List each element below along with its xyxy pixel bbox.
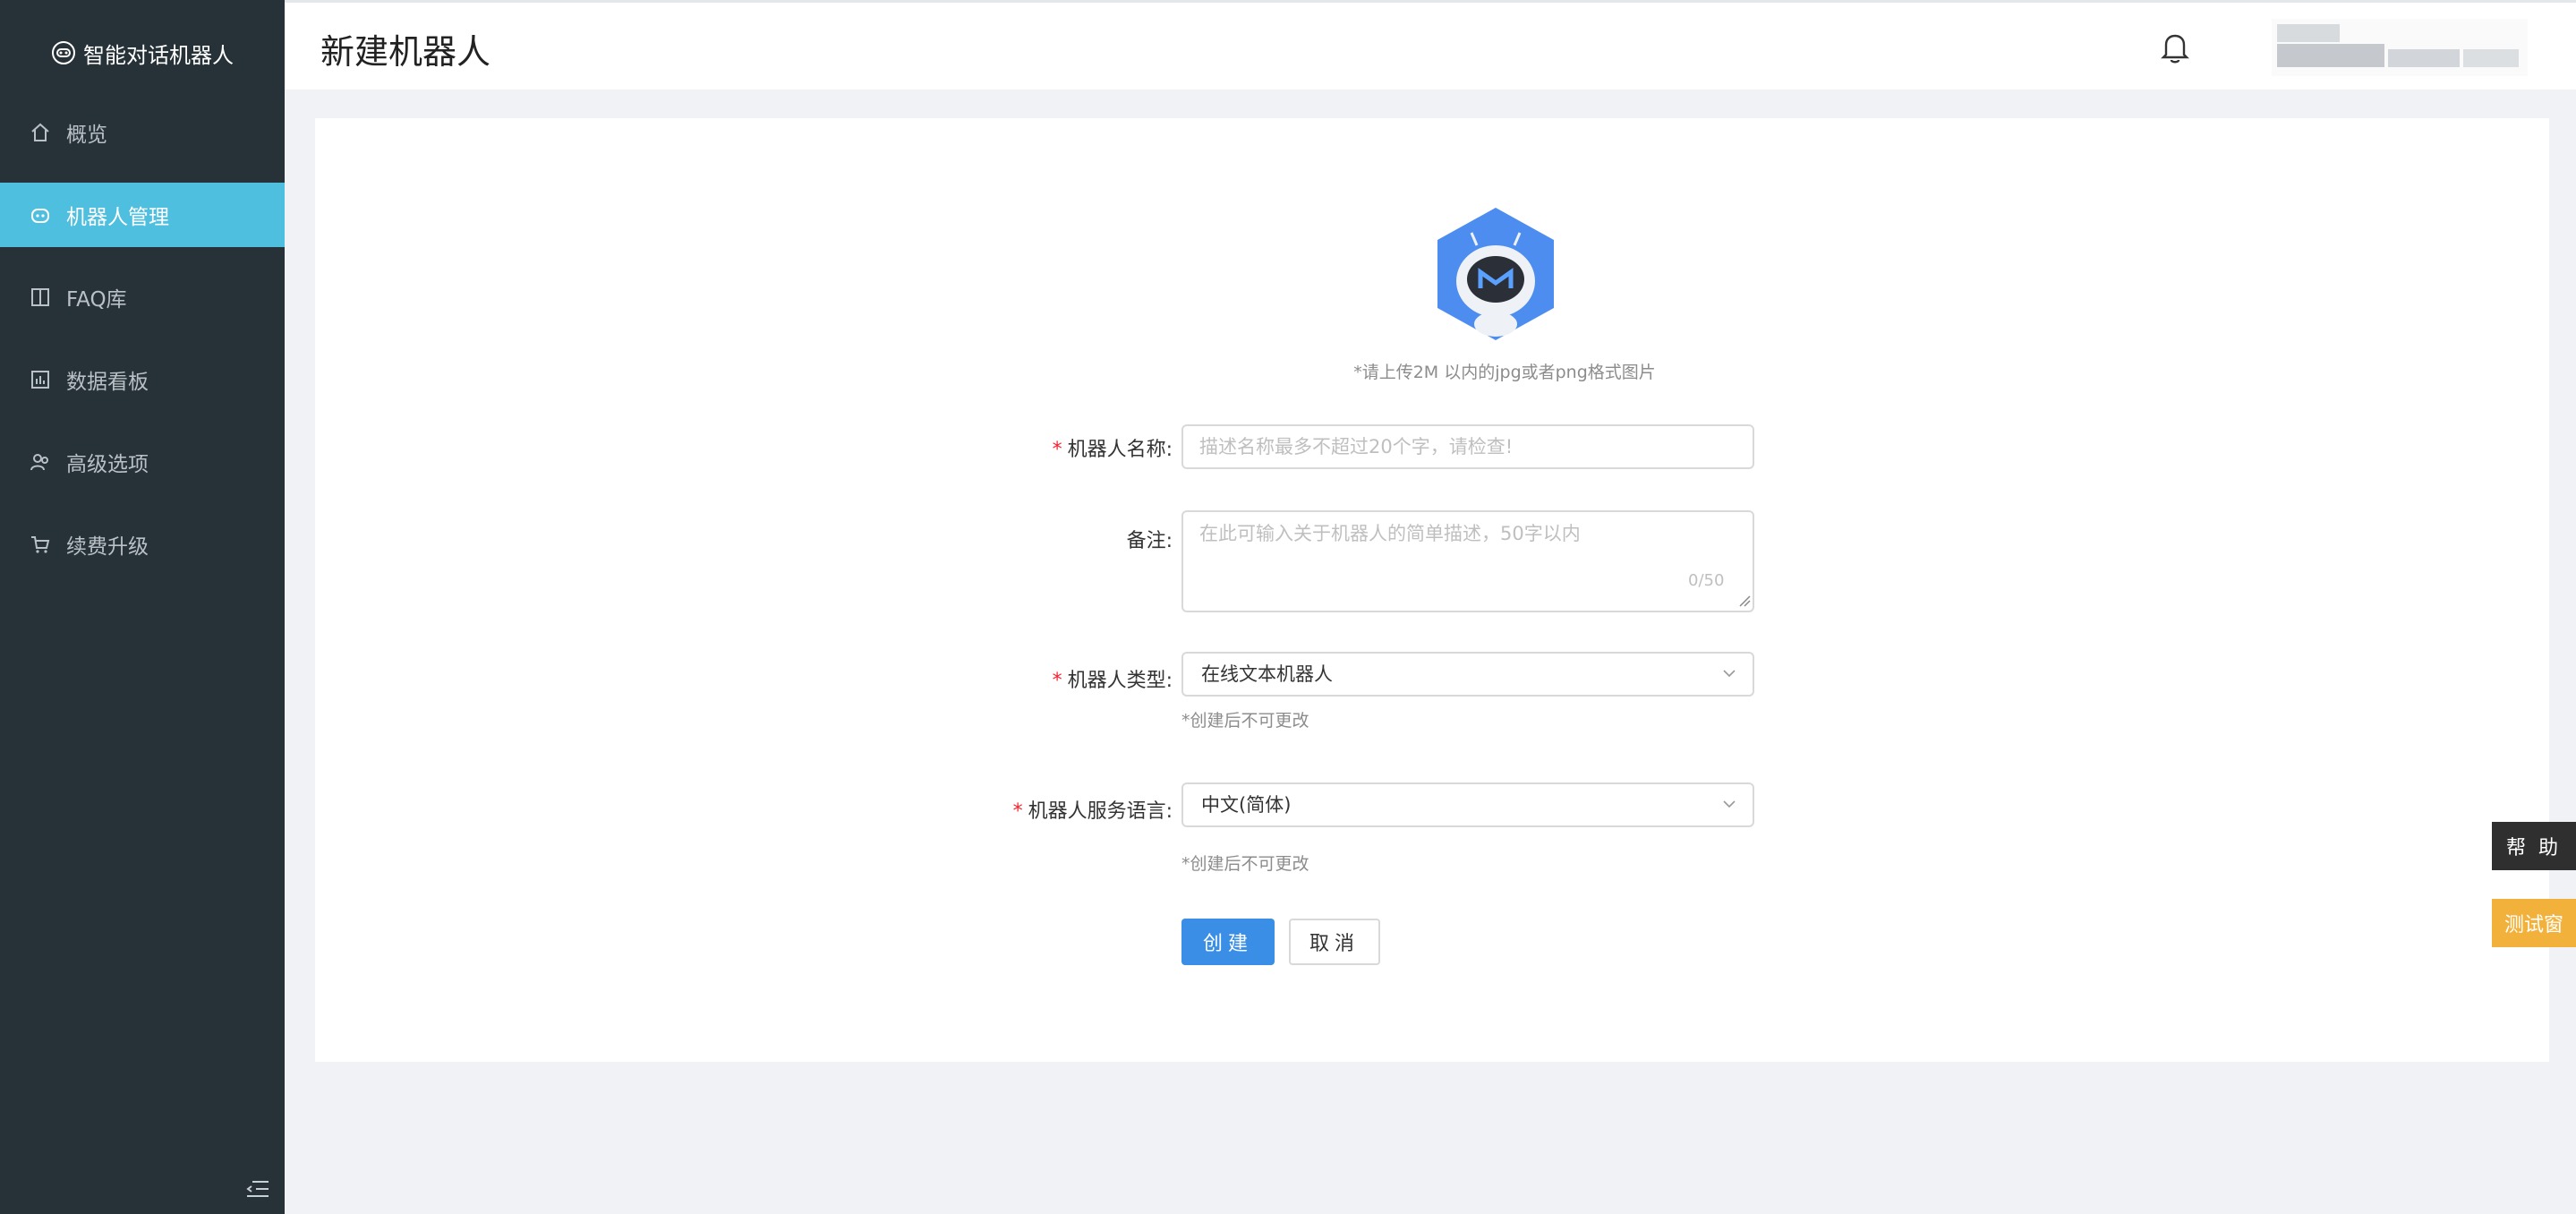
robot-name-label: * 机器人名称: xyxy=(1053,433,1173,462)
cancel-button[interactable]: 取消 xyxy=(1289,919,1380,965)
sidebar-item-faq[interactable]: FAQ库 xyxy=(0,265,285,329)
sidebar-item-label: 概览 xyxy=(66,124,107,147)
sidebar-item-label: FAQ库 xyxy=(66,288,127,312)
robot-language-label: * 机器人服务语言: xyxy=(1013,795,1173,824)
sidebar-item-label: 高级选项 xyxy=(66,453,149,476)
robot-icon xyxy=(31,209,49,223)
home-icon xyxy=(31,123,49,141)
sidebar-item-label: 数据看板 xyxy=(66,371,149,394)
required-mark: * xyxy=(1012,800,1023,823)
sidebar-item-overview[interactable]: 概览 xyxy=(0,100,285,165)
robot-type-value: 在线文本机器人 xyxy=(1201,663,1333,685)
chart-icon xyxy=(31,371,49,389)
sidebar-item-label: 机器人管理 xyxy=(66,206,169,229)
chevron-down-icon xyxy=(1723,800,1736,808)
remark-textarea[interactable] xyxy=(1181,510,1754,612)
robot-language-label-text: 机器人服务语言: xyxy=(1028,800,1173,823)
top-header: 新建机器人 xyxy=(285,0,2576,90)
app-brand[interactable]: 智能对话机器人 xyxy=(0,0,285,106)
robot-logo-icon xyxy=(52,41,75,64)
required-mark: * xyxy=(1052,439,1062,461)
upload-tip: *请上传2M 以内的jpg或者png格式图片 xyxy=(1353,363,1656,382)
sidebar-item-renew[interactable]: 续费升级 xyxy=(0,512,285,577)
robot-avatar-upload[interactable] xyxy=(1432,206,1559,342)
robot-type-hint: *创建后不可更改 xyxy=(1181,711,1309,731)
resize-grip-icon[interactable] xyxy=(1738,594,1751,607)
user-profile-blurred[interactable] xyxy=(2272,19,2528,76)
sidebar-item-robot-management[interactable]: 机器人管理 xyxy=(0,183,285,247)
cart-icon xyxy=(31,536,50,553)
required-mark: * xyxy=(1052,670,1062,692)
chevron-down-icon xyxy=(1723,670,1736,678)
bell-icon[interactable] xyxy=(2159,30,2191,65)
robot-language-value: 中文(简体) xyxy=(1201,794,1292,816)
robot-name-input[interactable] xyxy=(1181,424,1754,469)
sidebar-item-advanced[interactable]: 高级选项 xyxy=(0,430,285,494)
robot-language-hint: *创建后不可更改 xyxy=(1181,854,1309,874)
app-name: 智能对话机器人 xyxy=(83,42,234,68)
test-window-tab[interactable]: 测试窗 xyxy=(2492,899,2576,947)
sidebar-item-label: 续费升级 xyxy=(66,535,149,559)
create-button[interactable]: 创建 xyxy=(1181,919,1275,965)
remark-label: 备注: xyxy=(1126,530,1173,552)
help-tab[interactable]: 帮助 xyxy=(2492,822,2576,870)
robot-type-label: * 机器人类型: xyxy=(1053,664,1173,693)
robot-name-label-text: 机器人名称: xyxy=(1067,439,1173,461)
collapse-menu-icon[interactable] xyxy=(245,1178,270,1200)
robot-type-select[interactable]: 在线文本机器人 xyxy=(1181,652,1754,697)
sidebar: 智能对话机器人 概览 机器人管理 FAQ库 数据看板 高级选项 续费升级 xyxy=(0,0,285,1214)
users-icon xyxy=(30,454,48,471)
sidebar-item-dashboard[interactable]: 数据看板 xyxy=(0,347,285,412)
robot-type-label-text: 机器人类型: xyxy=(1067,670,1173,692)
book-icon xyxy=(31,288,49,306)
remark-counter: 0/50 xyxy=(1688,571,1725,590)
robot-language-select[interactable]: 中文(简体) xyxy=(1181,782,1754,827)
page-title: 新建机器人 xyxy=(320,32,491,72)
